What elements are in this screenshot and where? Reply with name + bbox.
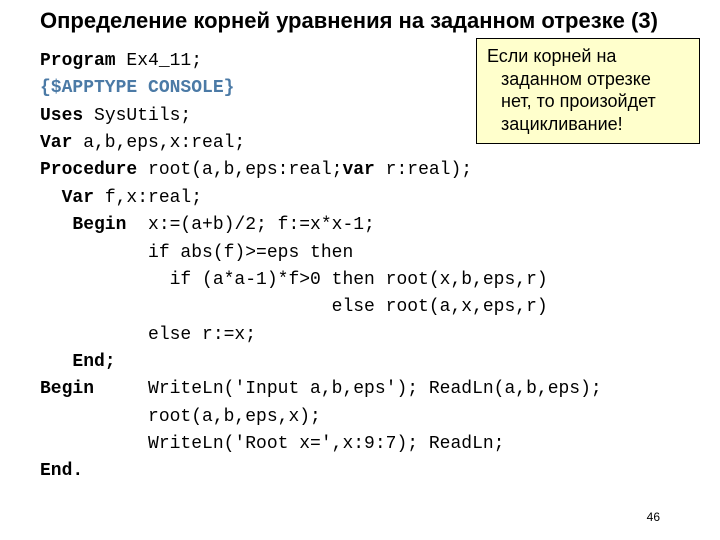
kw-begin: Begin xyxy=(40,215,126,235)
code-text: SysUtils; xyxy=(83,106,191,126)
kw-var2: var xyxy=(342,160,374,180)
code-line: if abs(f)>=eps then xyxy=(40,243,353,263)
code-line: else root(a,x,eps,r) xyxy=(40,297,548,317)
callout-line: заданном отрезке xyxy=(487,68,689,91)
code-line: else r:=x; xyxy=(40,325,256,345)
code-text: a,b,eps,x:real; xyxy=(72,133,245,153)
kw-end: End; xyxy=(40,352,116,372)
code-text: WriteLn('Input a,b,eps'); ReadLn(a,b,eps… xyxy=(94,379,602,399)
callout-line: нет, то произойдет xyxy=(487,90,689,113)
code-line: if (a*a-1)*f>0 then root(x,b,eps,r) xyxy=(40,270,548,290)
kw-var: Var xyxy=(40,133,72,153)
code-text: x:=(a+b)/2; f:=x*x-1; xyxy=(126,215,374,235)
kw-uses: Uses xyxy=(40,106,83,126)
kw-procedure: Procedure xyxy=(40,160,137,180)
kw-program: Program xyxy=(40,51,116,71)
kw-end2: End. xyxy=(40,461,83,481)
slide-title: Определение корней уравнения на заданном… xyxy=(40,8,658,34)
callout-line: зацикливание! xyxy=(487,113,689,136)
note-callout: Если корней на заданном отрезке нет, то … xyxy=(476,38,700,144)
slide: Определение корней уравнения на заданном… xyxy=(0,0,720,540)
kw-var3: Var xyxy=(40,188,94,208)
callout-line: Если корней на xyxy=(487,46,616,66)
code-text: r:real); xyxy=(375,160,472,180)
code-text: root(a,b,eps:real; xyxy=(137,160,342,180)
code-text: Ex4_11; xyxy=(116,51,202,71)
code-line: WriteLn('Root x=',x:9:7); ReadLn; xyxy=(40,434,504,454)
kw-begin2: Begin xyxy=(40,379,94,399)
page-number: 46 xyxy=(647,510,660,524)
directive: {$APPTYPE CONSOLE} xyxy=(40,78,234,98)
code-text: f,x:real; xyxy=(94,188,202,208)
code-line: root(a,b,eps,x); xyxy=(40,407,321,427)
